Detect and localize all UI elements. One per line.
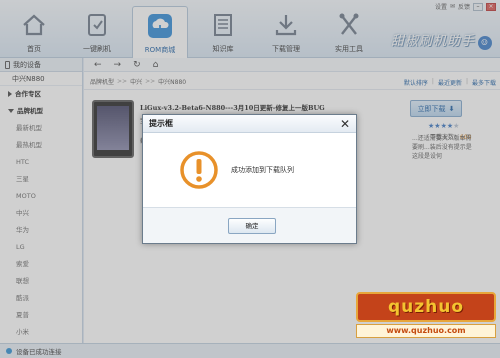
dialog-title: 提示框 bbox=[143, 115, 356, 133]
warning-icon bbox=[179, 150, 219, 190]
watermark-url: www.quzhuo.com bbox=[356, 324, 496, 338]
watermark-logo: quzhuo bbox=[356, 292, 496, 322]
ok-button[interactable]: 确定 bbox=[228, 218, 276, 234]
dialog-close-icon[interactable]: ✕ bbox=[338, 117, 352, 131]
dialog-message: 成功添加到下载队列 bbox=[231, 166, 294, 174]
prompt-dialog: 提示框 ✕ 成功添加到下载队列 确定 bbox=[142, 114, 357, 244]
dialog-footer: 确定 bbox=[143, 207, 356, 243]
dialog-body: 成功添加到下载队列 bbox=[143, 134, 356, 209]
watermark: quzhuo www.quzhuo.com bbox=[356, 288, 496, 342]
